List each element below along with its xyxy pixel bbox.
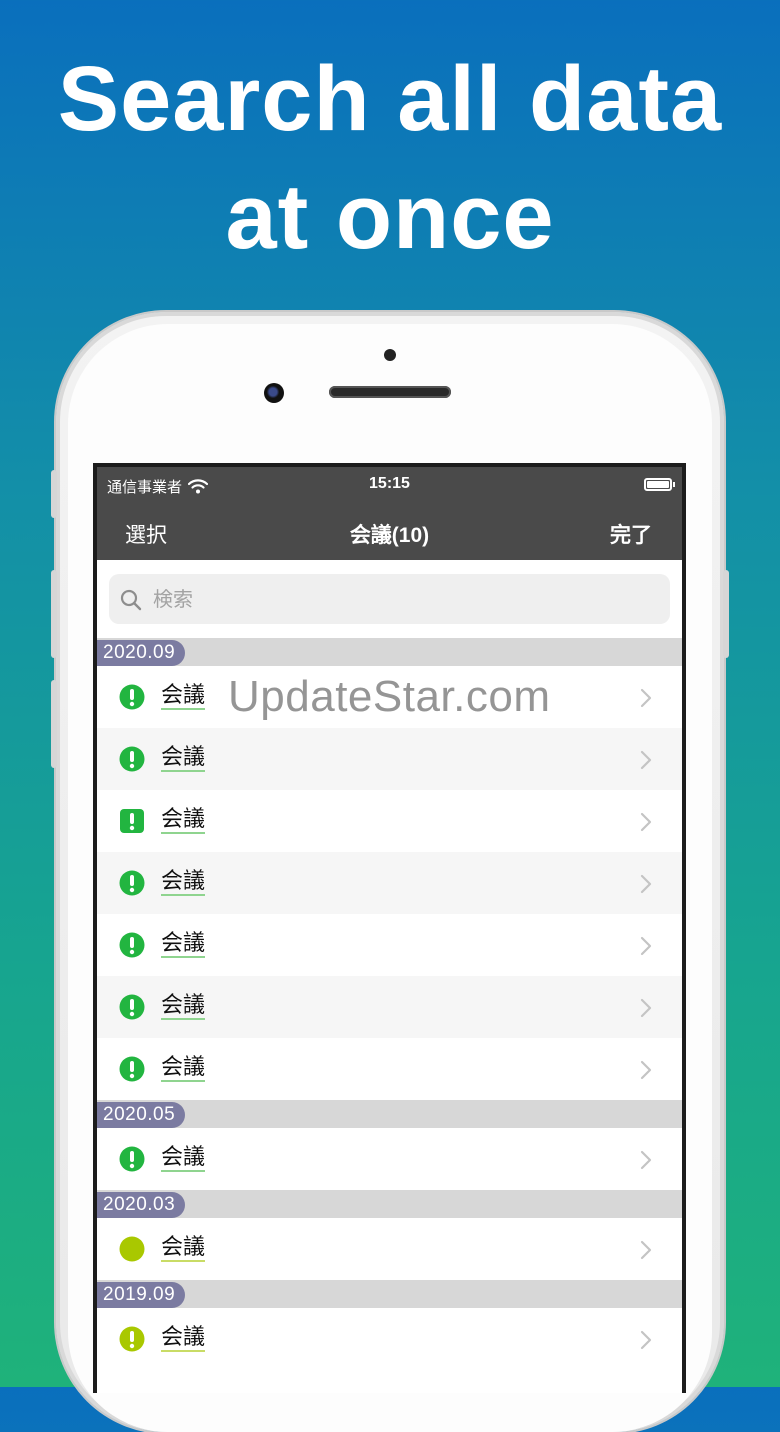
exclamation-circle-icon	[119, 1056, 145, 1082]
status-time: 15:15	[369, 475, 410, 492]
list-item[interactable]: 会議	[97, 852, 682, 914]
headline-line-1: Search all data	[57, 48, 723, 150]
exclamation-circle-icon	[119, 1146, 145, 1172]
list-item[interactable]: 会議	[97, 790, 682, 852]
watermark: UpdateStar.com	[228, 672, 551, 721]
list-item[interactable]: 会議	[97, 1308, 682, 1370]
list-item-label: 会議	[161, 993, 206, 1020]
done-button[interactable]: 完了	[610, 519, 652, 549]
section-header: 2020.09	[97, 638, 682, 666]
nav-title: 会議(10)	[349, 524, 430, 547]
exclamation-circle-icon	[119, 932, 145, 958]
chevron-right-icon	[640, 998, 652, 1018]
list-item[interactable]: 会議	[97, 976, 682, 1038]
section-header: 2019.09	[97, 1280, 682, 1308]
section-date-label: 2020.05	[97, 1102, 186, 1128]
exclamation-circle-icon	[119, 684, 145, 710]
section-date-label: 2019.09	[97, 1282, 186, 1308]
chevron-right-icon	[640, 812, 652, 832]
list-item[interactable]: 会議	[97, 1128, 682, 1190]
earpiece-speaker	[329, 386, 451, 398]
list-item-label: 会議	[161, 807, 206, 834]
section-date-label: 2020.09	[97, 640, 186, 666]
list-item-label: 会議	[161, 1055, 206, 1082]
list-item-label: 会議	[161, 683, 206, 710]
exclamation-circle-icon	[119, 1326, 145, 1352]
chevron-right-icon	[640, 874, 652, 894]
section-header: 2020.03	[97, 1190, 682, 1218]
list-item-label: 会議	[161, 869, 206, 896]
list-item[interactable]: 会議	[97, 914, 682, 976]
meeting-list: 2020.09 会議 会議 会議 会議 会議 会議 会議 2020.05 会議 2020.03 会議 2…	[97, 638, 682, 1370]
section-header: 2020.05	[97, 1100, 682, 1128]
status-bar: 通信事業者 15:15	[97, 467, 682, 503]
list-item[interactable]: 会議	[97, 1038, 682, 1100]
headline: Search all data at once	[0, 40, 780, 276]
navigation-bar: 選択 会議(10) 完了	[97, 503, 682, 560]
exclamation-circle-icon	[119, 746, 145, 772]
power-button	[723, 570, 729, 658]
list-item-label: 会議	[161, 745, 206, 772]
section-date-label: 2020.03	[97, 1192, 186, 1218]
battery-icon	[644, 478, 672, 491]
search-field[interactable]	[109, 574, 670, 626]
search-input[interactable]	[151, 574, 655, 626]
volume-down-button	[51, 680, 57, 768]
list-item[interactable]: 会議	[97, 1218, 682, 1280]
chevron-right-icon	[640, 1150, 652, 1170]
volume-up-button	[51, 570, 57, 658]
phone-screen: 通信事業者 15:15 選択 会議(10) 完了 2020.09会議会議会議会議…	[93, 463, 686, 1393]
mute-switch	[51, 470, 57, 518]
chevron-right-icon	[640, 936, 652, 956]
chevron-right-icon	[640, 1330, 652, 1350]
list-item-label: 会議	[161, 1235, 206, 1262]
list-item[interactable]: 会議	[97, 728, 682, 790]
chevron-right-icon	[640, 750, 652, 770]
headline-line-2: at once	[225, 166, 555, 268]
chevron-right-icon	[640, 1060, 652, 1080]
exclamation-circle-icon	[119, 994, 145, 1020]
exclamation-circle-icon	[119, 870, 145, 896]
exclamation-square-icon	[120, 809, 144, 833]
list-item-label: 会議	[161, 1325, 206, 1352]
search-icon	[120, 589, 142, 611]
proximity-sensor	[384, 349, 396, 361]
list-item-label: 会議	[161, 1145, 206, 1172]
search-bar	[97, 560, 682, 638]
chevron-right-icon	[640, 688, 652, 708]
front-camera	[264, 383, 284, 403]
chevron-right-icon	[640, 1240, 652, 1260]
circle-icon	[119, 1236, 145, 1262]
list-item-label: 会議	[161, 931, 206, 958]
